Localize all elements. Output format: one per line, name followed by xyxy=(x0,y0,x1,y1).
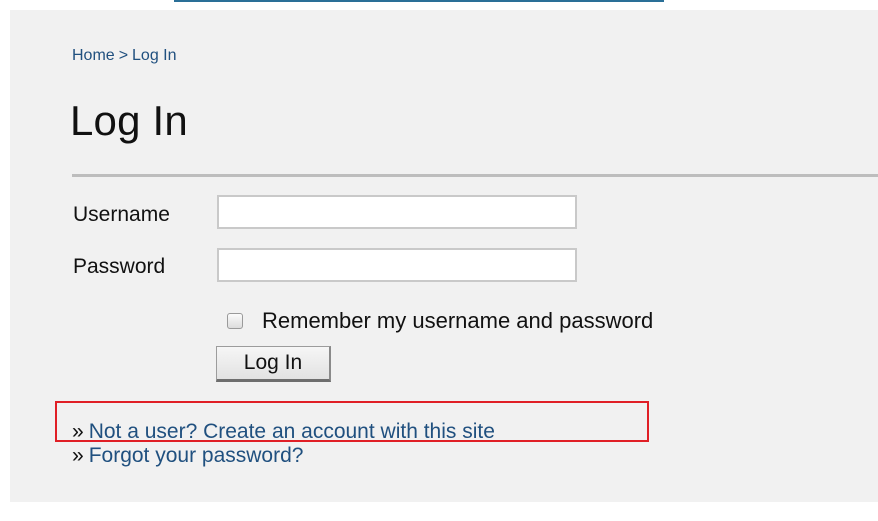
username-label: Username xyxy=(73,203,170,226)
content-panel: Home > Log In Log In Username Password Rem… xyxy=(10,10,878,502)
link-bullet: » xyxy=(72,444,84,467)
top-accent-line xyxy=(174,0,664,2)
page-frame: Home > Log In Log In Username Password Rem… xyxy=(0,0,878,521)
link-bullet: » xyxy=(72,420,84,443)
login-button[interactable]: Log In xyxy=(216,346,331,382)
remember-me-label: Remember my username and password xyxy=(262,308,654,333)
account-links: » Not a user? Create an account with this… xyxy=(72,420,495,468)
title-divider xyxy=(72,174,878,177)
breadcrumb: Home > Log In xyxy=(72,47,177,65)
password-input[interactable] xyxy=(217,248,577,282)
breadcrumb-separator: > xyxy=(118,47,129,64)
username-input[interactable] xyxy=(217,195,577,229)
password-label: Password xyxy=(73,255,166,278)
breadcrumb-home-link[interactable]: Home xyxy=(72,47,115,64)
create-account-link[interactable]: Not a user? Create an account with this … xyxy=(89,420,495,443)
breadcrumb-current-link[interactable]: Log In xyxy=(132,47,176,64)
remember-me-option[interactable]: Remember my username and password xyxy=(227,308,653,334)
forgot-password-row: » Forgot your password? xyxy=(72,444,495,468)
remember-me-checkbox[interactable] xyxy=(227,313,243,329)
forgot-password-link[interactable]: Forgot your password? xyxy=(89,444,304,467)
page-title: Log In xyxy=(70,97,188,144)
create-account-row: » Not a user? Create an account with this… xyxy=(72,420,495,444)
